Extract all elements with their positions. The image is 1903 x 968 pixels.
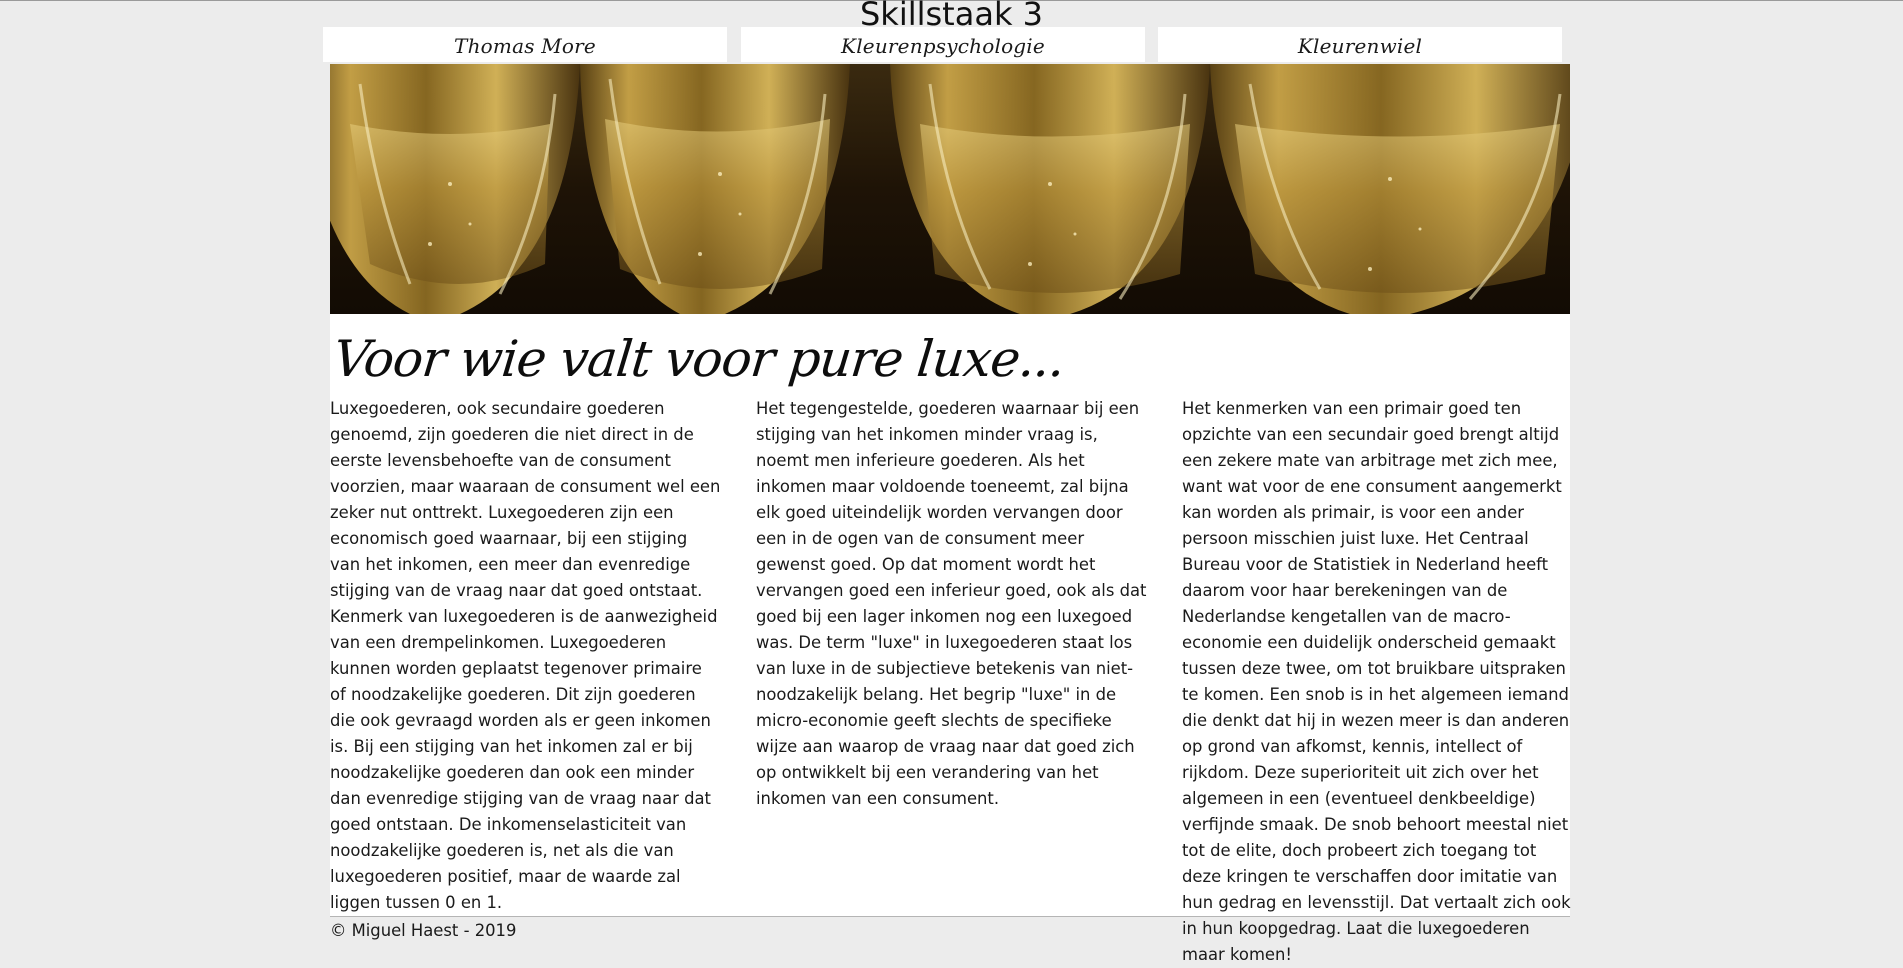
- nav-link-kleurenwiel[interactable]: Kleurenwiel: [1158, 27, 1562, 62]
- main-content: Voor wie valt voor pure luxe... Luxegoed…: [330, 64, 1571, 964]
- article-column-3: Het kenmerken van een primair goed ten o…: [1182, 399, 1571, 964]
- footer-divider: [330, 916, 1570, 917]
- nav-link-kleurenpsychologie[interactable]: Kleurenpsychologie: [741, 27, 1145, 62]
- article-column-1: Luxegoederen, ook secundaire goederen ge…: [330, 399, 721, 912]
- footer-copyright: © Miguel Haest - 2019: [330, 921, 517, 940]
- nav-link-thomas-more[interactable]: Thomas More: [323, 27, 727, 62]
- article-column-2: Het tegengestelde, goederen waarnaar bij…: [756, 399, 1147, 808]
- hero-champagne-image: [330, 64, 1570, 314]
- article-heading: Voor wie valt voor pure luxe...: [330, 330, 1068, 388]
